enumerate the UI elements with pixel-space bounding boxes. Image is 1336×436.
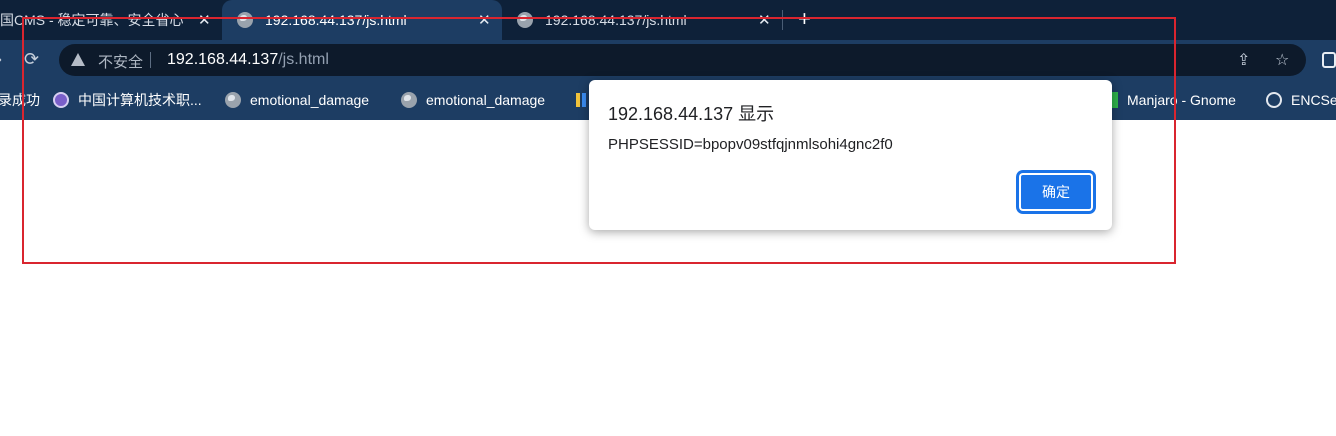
security-label[interactable]: 不安全	[98, 51, 143, 72]
bookmark-label: 中国计算机技术职...	[78, 92, 202, 108]
url-host: 192.168.44.137	[167, 51, 279, 68]
tab-js[interactable]: 192.168.44.137/js.html ✕	[502, 0, 782, 40]
tab-title: 192.168.44.137/js.html	[265, 12, 407, 28]
tab-strip: 国CMS - 稳定可靠、安全省心 ✕ 192.168.44.137/js.htm…	[0, 0, 1336, 40]
circle-icon	[1266, 92, 1282, 108]
new-tab-button[interactable]: +	[798, 8, 811, 30]
tab-cms[interactable]: 国CMS - 稳定可靠、安全省心 ✕	[0, 0, 222, 40]
bookmark-label: emotional_damage	[426, 92, 546, 108]
green-bar-icon	[1112, 92, 1118, 108]
close-icon[interactable]: ✕	[198, 11, 211, 29]
dialog-message: PHPSESSID=bpopv09stfqjnmlsohi4gnc2f0	[608, 136, 893, 153]
address-bar[interactable]: 不安全 192.168.44.137/js.html ⇪ ☆	[59, 44, 1306, 76]
bookmark-item[interactable]: emotional_damage	[225, 80, 369, 120]
purple-logo-icon	[53, 92, 69, 108]
close-icon[interactable]: ✕	[758, 11, 771, 29]
bookmark-item[interactable]: emotional_damage	[401, 80, 545, 120]
toolbar: › ⟳ 不安全 192.168.44.137/js.html ⇪ ☆	[0, 40, 1336, 80]
bookmark-item[interactable]: Manjaro - Gnome	[1112, 80, 1236, 120]
url-path: /js.html	[278, 51, 329, 68]
share-icon[interactable]: ⇪	[1237, 50, 1250, 70]
reload-icon[interactable]: ⟳	[24, 49, 39, 70]
warning-icon	[71, 53, 85, 66]
tab-title: 192.168.44.137/js.html	[545, 12, 687, 28]
close-icon[interactable]: ✕	[478, 11, 491, 29]
globe-icon	[225, 92, 241, 108]
tab-js-active[interactable]: 192.168.44.137/js.html ✕	[222, 0, 502, 40]
ok-button[interactable]: 确定	[1019, 173, 1093, 211]
bookmark-item[interactable]: ENCSe	[1266, 80, 1336, 120]
globe-icon	[401, 92, 417, 108]
star-icon[interactable]: ☆	[1275, 50, 1289, 70]
tab-title: 国CMS - 稳定可靠、安全省心	[0, 12, 184, 28]
globe-icon	[237, 12, 253, 28]
url-text[interactable]: 192.168.44.137/js.html	[167, 51, 329, 69]
divider	[150, 52, 151, 68]
globe-icon	[517, 12, 533, 28]
bookmark-label: Manjaro - Gnome	[1127, 92, 1236, 108]
bookmark-label: ENCSe	[1291, 92, 1336, 108]
bookmark-item[interactable]: 录成功	[0, 80, 40, 120]
tab-divider	[782, 10, 783, 30]
back-arrow-icon[interactable]: ›	[0, 49, 2, 70]
bar-chart-icon	[576, 93, 586, 107]
alert-dialog: 192.168.44.137 显示 PHPSESSID=bpopv09stfqj…	[589, 80, 1112, 230]
extension-icon[interactable]	[1322, 52, 1336, 68]
bookmark-item[interactable]: 中国计算机技术职...	[53, 80, 202, 120]
dialog-title: 192.168.44.137 显示	[608, 104, 775, 124]
bookmark-label: emotional_damage	[250, 92, 370, 108]
bookmark-label: 录成功	[0, 92, 40, 108]
